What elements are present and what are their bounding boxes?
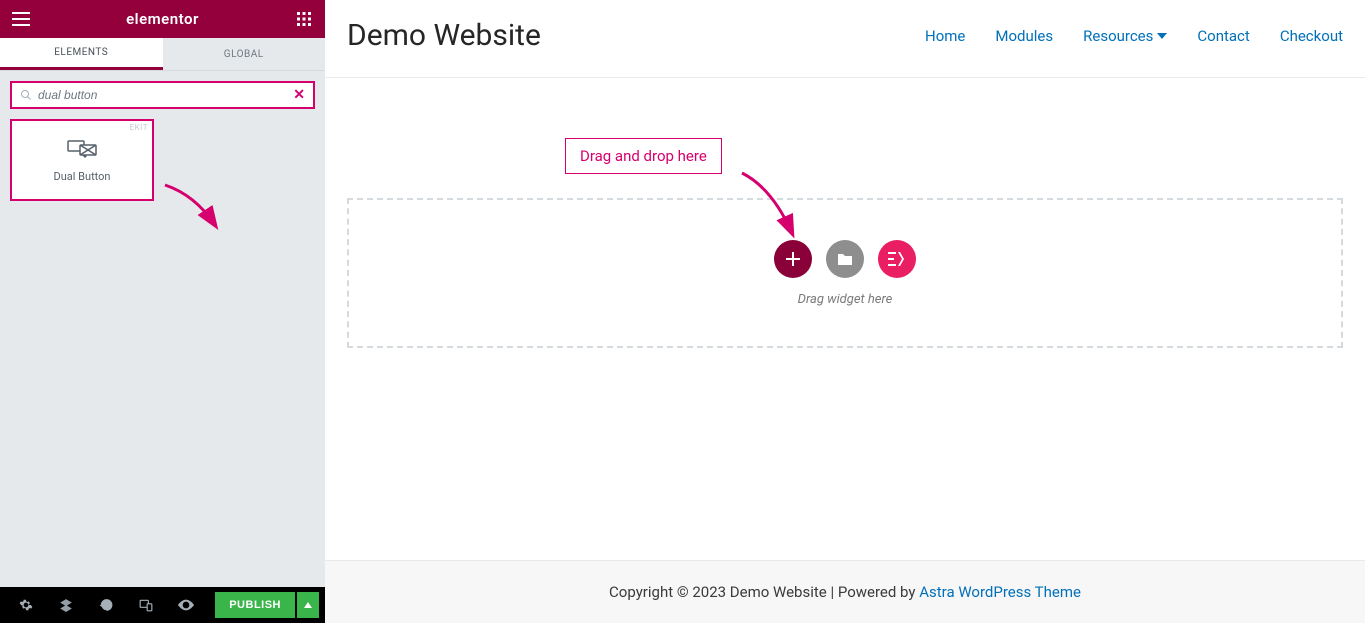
nav-home[interactable]: Home [925, 27, 965, 45]
sidebar-tabs: ELEMENTS GLOBAL [0, 38, 325, 71]
drop-hint-text: Drag widget here [798, 292, 893, 307]
publish-button[interactable]: PUBLISH [215, 592, 295, 618]
sidebar-header: elementor [0, 0, 325, 38]
widget-dual-button[interactable]: EKIT Dual Button [10, 119, 154, 201]
tab-global[interactable]: GLOBAL [163, 38, 326, 70]
footer-theme-link[interactable]: Astra WordPress Theme [919, 583, 1081, 601]
nav-resources[interactable]: Resources [1083, 27, 1167, 45]
site-nav: Home Modules Resources Contact Checkout [925, 27, 1343, 45]
clear-search-icon[interactable]: ✕ [293, 87, 305, 103]
widgets-list: EKIT Dual Button [0, 119, 325, 201]
elementor-sidebar: elementor ELEMENTS GLOBAL ✕ EKIT [0, 0, 325, 623]
settings-icon[interactable] [6, 587, 46, 623]
navigator-icon[interactable] [46, 587, 86, 623]
brand-label: elementor [126, 10, 199, 28]
dual-button-icon [67, 138, 97, 160]
menu-icon[interactable] [10, 8, 32, 30]
nav-resources-label: Resources [1083, 27, 1153, 45]
search-box: ✕ [10, 81, 315, 109]
tab-elements[interactable]: ELEMENTS [0, 38, 163, 70]
canvas-body: Drag and drop here Drag widget here [325, 78, 1365, 560]
site-title: Demo Website [347, 18, 541, 53]
widget-badge: EKIT [126, 121, 152, 134]
responsive-icon[interactable] [126, 587, 166, 623]
widgets-grid-icon[interactable] [293, 8, 315, 30]
drop-zone[interactable]: Drag widget here [347, 198, 1343, 348]
elementskit-button[interactable] [878, 240, 916, 278]
add-section-button[interactable] [774, 240, 812, 278]
chevron-down-icon [1157, 33, 1167, 39]
site-header: Demo Website Home Modules Resources Cont… [325, 0, 1365, 78]
search-wrap: ✕ [0, 71, 325, 119]
editor-canvas: Demo Website Home Modules Resources Cont… [325, 0, 1365, 623]
nav-checkout[interactable]: Checkout [1280, 27, 1343, 45]
drop-actions [774, 240, 916, 278]
site-footer: Copyright © 2023 Demo Website | Powered … [325, 560, 1365, 623]
history-icon[interactable] [86, 587, 126, 623]
sidebar-bottom-bar: PUBLISH [0, 587, 325, 623]
publish-options-button[interactable] [297, 592, 319, 618]
nav-contact[interactable]: Contact [1197, 27, 1249, 45]
footer-text: Copyright © 2023 Demo Website | Powered … [609, 583, 919, 601]
preview-icon[interactable] [166, 587, 206, 623]
search-icon [20, 89, 32, 101]
search-input[interactable] [32, 88, 293, 102]
nav-modules[interactable]: Modules [995, 27, 1053, 45]
annotation-callout: Drag and drop here [565, 138, 722, 174]
template-library-button[interactable] [826, 240, 864, 278]
widget-label: Dual Button [53, 170, 110, 183]
